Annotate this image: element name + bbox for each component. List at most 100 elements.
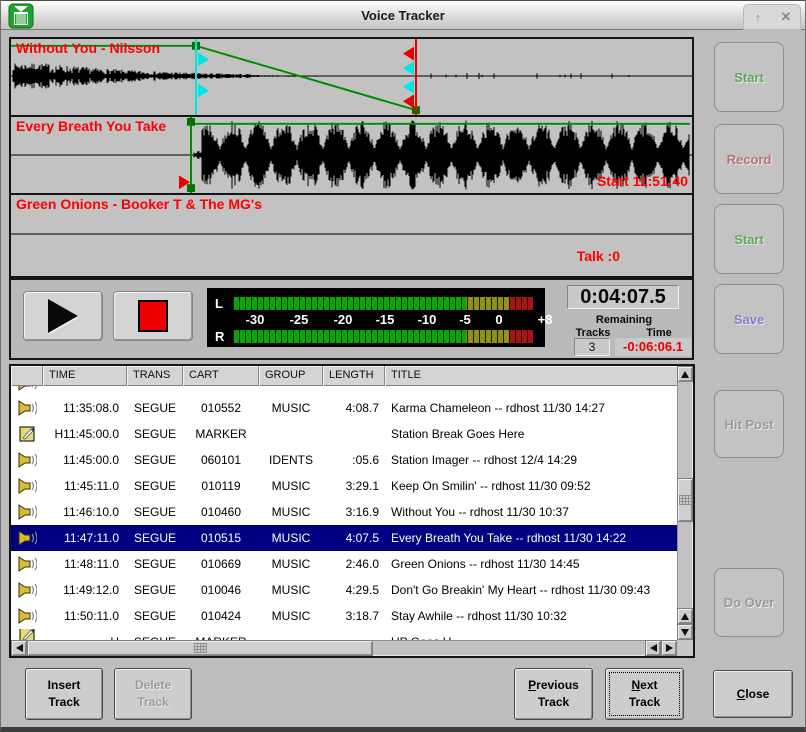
start-track1-button: Start bbox=[714, 42, 784, 112]
col-icon[interactable] bbox=[11, 366, 43, 386]
col-time[interactable]: TIME bbox=[43, 366, 127, 386]
remaining-label: Remaining bbox=[559, 314, 689, 326]
row-icon-cell bbox=[11, 447, 43, 473]
row-icon-cell bbox=[11, 603, 43, 629]
stop-button[interactable] bbox=[113, 291, 193, 341]
scroll-down-button[interactable] bbox=[677, 624, 693, 640]
row-icon-cell bbox=[11, 551, 43, 577]
log-row[interactable]: 11:47:11.0SEGUE010515MUSIC4:07.5Every Br… bbox=[11, 525, 677, 551]
row-trans: SEGUE bbox=[127, 525, 183, 551]
row-cart: MARKER bbox=[183, 629, 259, 640]
meter-left-bar bbox=[233, 297, 533, 310]
save-button: Save bbox=[714, 284, 784, 354]
speaker-icon bbox=[17, 386, 37, 391]
row-group: MUSIC bbox=[259, 395, 323, 421]
log-row[interactable]: HSEGUEMARKERUP Goes H bbox=[11, 629, 677, 640]
log-row[interactable]: H11:45:00.0SEGUEMARKERStation Break Goes… bbox=[11, 421, 677, 447]
meter-right-label: R bbox=[215, 329, 224, 344]
meter-tick: -25 bbox=[290, 312, 309, 327]
row-cart: 010046 bbox=[183, 577, 259, 603]
scroll-up2-button[interactable] bbox=[677, 608, 693, 624]
row-cart: 010424 bbox=[183, 603, 259, 629]
row-trans: SEGUE bbox=[127, 421, 183, 447]
row-length: 4:08.7 bbox=[323, 395, 385, 421]
row-group bbox=[259, 386, 323, 395]
row-title: Station Imager -- rdhost 12/4 14:29 bbox=[385, 447, 677, 473]
row-length bbox=[323, 629, 385, 640]
scroll-left2-button[interactable] bbox=[645, 640, 661, 656]
wave-panel-1[interactable]: Without You - Nilsson bbox=[11, 39, 692, 117]
log-row[interactable]: 11:45:11.0SEGUE010119MUSIC3:29.1Keep On … bbox=[11, 473, 677, 499]
col-title[interactable]: TITLE bbox=[385, 366, 677, 386]
log-row[interactable]: 11:49:12.0SEGUE010046MUSIC4:29.5Don't Go… bbox=[11, 577, 677, 603]
speaker-icon bbox=[17, 452, 37, 468]
row-trans: SEGUE bbox=[127, 395, 183, 421]
row-time bbox=[43, 386, 127, 395]
col-cart[interactable]: CART bbox=[183, 366, 259, 386]
next-track-button[interactable]: Next Track bbox=[605, 668, 684, 720]
meter-right-bar bbox=[233, 330, 533, 343]
scroll-left-button[interactable] bbox=[11, 640, 27, 656]
row-length bbox=[323, 386, 385, 395]
scroll-up-button[interactable] bbox=[677, 366, 693, 382]
row-time: 11:48:11.0 bbox=[43, 551, 127, 577]
scroll-right-button[interactable] bbox=[661, 640, 677, 656]
start-handle[interactable] bbox=[187, 184, 195, 192]
horizontal-scrollbar[interactable] bbox=[11, 640, 677, 656]
row-icon-cell bbox=[11, 577, 43, 603]
row-group bbox=[259, 629, 323, 640]
vu-meter: L -30 -25 -20 -15 -10 -5 0 +8 R bbox=[207, 288, 545, 347]
row-trans: SEGUE bbox=[127, 603, 183, 629]
row-time: H bbox=[43, 629, 127, 640]
col-group[interactable]: GROUP bbox=[259, 366, 323, 386]
col-trans[interactable]: TRANS bbox=[127, 366, 183, 386]
log-row[interactable]: 11:35:08.0SEGUE010552MUSIC4:08.7Karma Ch… bbox=[11, 395, 677, 421]
row-icon-cell bbox=[11, 473, 43, 499]
row-time: 11:49:12.0 bbox=[43, 577, 127, 603]
log-row[interactable] bbox=[11, 386, 677, 395]
row-trans: SEGUE bbox=[127, 473, 183, 499]
close-button[interactable]: Close bbox=[713, 670, 793, 718]
remaining-time-value: -0:06:06.1 bbox=[615, 338, 691, 356]
start-handle[interactable] bbox=[187, 118, 195, 126]
wave-panel-2[interactable]: Every Breath You Take Start 11:51:40 bbox=[11, 117, 692, 195]
close-window-icon[interactable]: ✕ bbox=[772, 5, 800, 29]
row-time: 11:45:11.0 bbox=[43, 473, 127, 499]
vertical-scrollbar[interactable] bbox=[677, 366, 693, 640]
row-time: 11:47:11.0 bbox=[43, 525, 127, 551]
log-row[interactable]: 11:48:11.0SEGUE010669MUSIC2:46.0Green On… bbox=[11, 551, 677, 577]
speaker-icon bbox=[17, 556, 37, 572]
hscroll-thumb[interactable] bbox=[27, 640, 373, 656]
row-time: H11:45:00.0 bbox=[43, 421, 127, 447]
record-button: Record bbox=[714, 124, 784, 194]
play-button[interactable] bbox=[23, 291, 103, 341]
row-title: Keep On Smilin' -- rdhost 11/30 09:52 bbox=[385, 473, 677, 499]
row-title: Don't Go Breakin' My Heart -- rdhost 11/… bbox=[385, 577, 677, 603]
row-length bbox=[323, 421, 385, 447]
log-row[interactable]: 11:50:11.0SEGUE010424MUSIC3:18.7Stay Awh… bbox=[11, 603, 677, 629]
row-group bbox=[259, 421, 323, 447]
previous-track-button[interactable]: Previous Track bbox=[514, 668, 593, 720]
row-icon-cell bbox=[11, 525, 43, 551]
track-title-3: Green Onions - Booker T & The MG's bbox=[16, 196, 262, 212]
row-title: Every Breath You Take -- rdhost 11/30 14… bbox=[385, 525, 677, 551]
meter-tick: -30 bbox=[246, 312, 265, 327]
meter-tick: -20 bbox=[334, 312, 353, 327]
wave-panel-3[interactable]: Green Onions - Booker T & The MG's Talk … bbox=[11, 195, 692, 272]
shade-window-icon[interactable]: ↑ bbox=[744, 5, 772, 29]
row-title: Green Onions -- rdhost 11/30 14:45 bbox=[385, 551, 677, 577]
row-icon-cell bbox=[11, 421, 43, 447]
row-cart: 010119 bbox=[183, 473, 259, 499]
vscroll-thumb[interactable] bbox=[677, 478, 693, 522]
row-title: Station Break Goes Here bbox=[385, 421, 677, 447]
track-title-2: Every Breath You Take bbox=[16, 118, 166, 134]
row-title: Without You -- rdhost 11/30 10:37 bbox=[385, 499, 677, 525]
row-trans: SEGUE bbox=[127, 447, 183, 473]
col-length[interactable]: LENGTH bbox=[323, 366, 385, 386]
log-row[interactable]: 11:45:00.0SEGUE060101IDENTS:05.6Station … bbox=[11, 447, 677, 473]
log-rows: 11:35:08.0SEGUE010552MUSIC4:08.7Karma Ch… bbox=[11, 386, 677, 640]
row-group: MUSIC bbox=[259, 473, 323, 499]
voice-tracker-window: Voice Tracker ↑ ✕ Without bbox=[0, 0, 806, 732]
log-row[interactable]: 11:46:10.0SEGUE010460MUSIC3:16.9Without … bbox=[11, 499, 677, 525]
insert-track-button[interactable]: InsertTrack bbox=[25, 668, 103, 720]
